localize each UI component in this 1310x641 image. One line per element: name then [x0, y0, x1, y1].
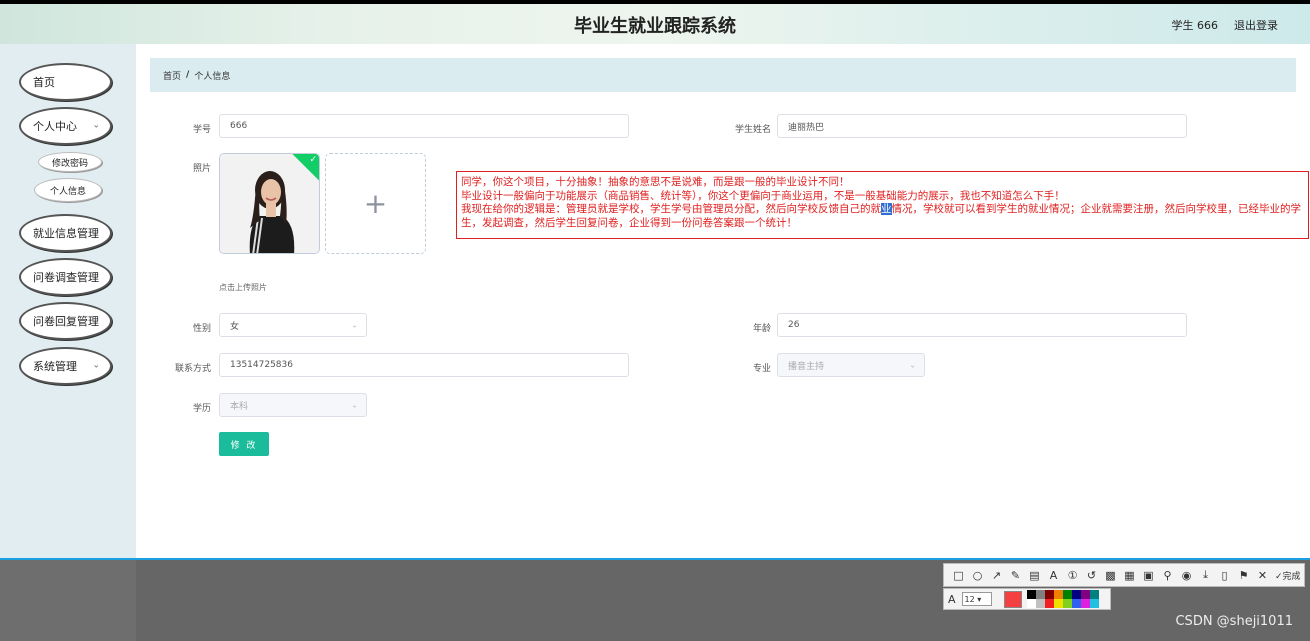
- photo-label: 照片: [192, 164, 211, 174]
- student-no-label: 学号: [192, 125, 211, 135]
- sidebar-subitem-change-password[interactable]: 修改密码: [38, 152, 102, 172]
- major-value: 播音主持: [788, 361, 825, 372]
- breadcrumb-home[interactable]: 首页: [163, 69, 181, 82]
- done-button[interactable]: ✓完成: [1275, 569, 1301, 582]
- pin-icon[interactable]: ⚲: [1159, 569, 1176, 582]
- contact-label: 联系方式: [174, 364, 211, 374]
- chevron-down-icon: ⌄: [351, 400, 358, 410]
- current-user: 学生 666: [1171, 19, 1219, 32]
- color-palette[interactable]: [1026, 590, 1099, 608]
- record-icon[interactable]: ◉: [1178, 569, 1195, 582]
- chevron-down-icon: ⌄: [909, 360, 916, 370]
- sidebar-item-label: 问卷回复管理: [33, 315, 99, 328]
- header: 毕业生就业跟踪系统 学生 666 退出登录: [0, 4, 1310, 44]
- watermark: CSDN @sheji1011: [1175, 614, 1293, 629]
- sidebar-item-survey[interactable]: 问卷调查管理: [19, 258, 112, 296]
- arrow-icon[interactable]: ↗: [988, 569, 1005, 582]
- breadcrumb: 首页 / 个人信息: [150, 58, 1296, 92]
- gender-value: 女: [230, 321, 240, 332]
- sidebar-item-label: 问卷调查管理: [33, 271, 99, 284]
- age-input[interactable]: 26: [777, 313, 1187, 337]
- rectangle-icon[interactable]: □: [950, 569, 967, 582]
- sidebar-item-employment[interactable]: 就业信息管理: [19, 214, 112, 252]
- translate-icon[interactable]: ▦: [1121, 569, 1138, 582]
- font-icon: A: [948, 592, 956, 606]
- overlay-left-band: [0, 560, 136, 641]
- age-value: 26: [788, 320, 800, 330]
- sidebar-item-label: 个人中心: [33, 120, 77, 133]
- sidebar: 首页 个人中心 ⌄ 修改密码 个人信息 就业信息管理 问卷调查管理 问卷回复管理…: [0, 44, 136, 560]
- sidebar-item-label: 就业信息管理: [33, 227, 99, 240]
- note-line-3a: 我现在给你的逻辑是：管理员就是学校，学生学号由管理员分配，然后向学校反馈自己的就: [461, 203, 881, 215]
- plus-icon: +: [363, 187, 388, 220]
- sidebar-item-personal-center[interactable]: 个人中心 ⌄: [19, 107, 112, 145]
- education-label: 学历: [192, 404, 211, 414]
- ocr-icon[interactable]: ▩: [1102, 569, 1119, 582]
- student-name-value: 迪丽热巴: [788, 122, 825, 133]
- scroll-capture-icon[interactable]: ▣: [1140, 569, 1157, 582]
- student-no-value: 666: [230, 121, 248, 131]
- main-content: 首页 / 个人信息 学号 666 学生姓名 迪丽热巴 照片 ✓ + 点击上传照片…: [136, 44, 1310, 560]
- save-icon[interactable]: ▯: [1216, 569, 1233, 582]
- chevron-down-icon: ⌄: [92, 360, 100, 371]
- sidebar-item-home[interactable]: 首页: [19, 63, 112, 101]
- photo-thumbnail[interactable]: ✓: [219, 153, 320, 254]
- app-window: 毕业生就业跟踪系统 学生 666 退出登录 首页 个人中心 ⌄ 修改密码 个人信…: [0, 0, 1310, 560]
- note-line-3: 我现在给你的逻辑是：管理员就是学校，学生学号由管理员分配，然后向学校反馈自己的就…: [461, 203, 1304, 230]
- done-label: 完成: [1282, 571, 1301, 582]
- submit-button[interactable]: 修 改: [219, 432, 269, 456]
- text-icon[interactable]: A: [1045, 569, 1062, 582]
- text-style-toolbar: A 12 ▾: [943, 588, 1111, 610]
- contact-value: 13514725836: [230, 360, 293, 370]
- student-name-input[interactable]: 迪丽热巴: [777, 114, 1187, 138]
- ellipse-icon[interactable]: ○: [969, 569, 986, 582]
- sidebar-item-system[interactable]: 系统管理 ⌄: [19, 347, 112, 385]
- note-line-1: 同学，你这个项目，十分抽象！抽象的意思不是说难，而是跟一般的毕业设计不同！: [461, 176, 850, 188]
- major-label: 专业: [752, 364, 771, 374]
- breadcrumb-current: 个人信息: [194, 71, 231, 82]
- avatar: [220, 154, 319, 253]
- age-label: 年龄: [752, 324, 771, 334]
- upload-hint: 点击上传照片: [219, 283, 267, 292]
- number-icon[interactable]: ①: [1064, 569, 1081, 582]
- capture-toolbar: □ ○ ↗ ✎ ▤ A ① ↺ ▩ ▦ ▣ ⚲ ◉ ⤓ ▯ ⚑ ✕ ✓完成: [943, 563, 1305, 587]
- contact-input[interactable]: 13514725836: [219, 353, 629, 377]
- undo-icon[interactable]: ↺: [1083, 569, 1100, 582]
- chevron-down-icon: ⌄: [351, 320, 358, 330]
- text-selection-highlight: 业: [881, 203, 892, 215]
- gender-select[interactable]: 女 ⌄: [219, 313, 367, 337]
- note-line-2: 毕业设计一般偏向于功能展示（商品销售、统计等），你这个更偏向于商业运用，不是一般…: [461, 189, 1065, 202]
- sidebar-item-survey-reply[interactable]: 问卷回复管理: [19, 302, 112, 340]
- major-select[interactable]: 播音主持 ⌄: [777, 353, 925, 377]
- font-size-value: 12: [964, 594, 975, 604]
- breadcrumb-separator: /: [186, 70, 190, 80]
- mosaic-icon[interactable]: ▤: [1026, 569, 1043, 582]
- close-icon[interactable]: ✕: [1254, 569, 1271, 582]
- logout-link[interactable]: 退出登录: [1234, 17, 1278, 33]
- student-no-input[interactable]: 666: [219, 114, 629, 138]
- bookmark-icon[interactable]: ⚑: [1235, 569, 1252, 582]
- student-name-label: 学生姓名: [734, 125, 771, 135]
- sidebar-item-label: 首页: [33, 76, 55, 89]
- sidebar-subitem-label: 修改密码: [51, 158, 88, 169]
- gender-label: 性别: [192, 324, 211, 334]
- sidebar-item-label: 系统管理: [33, 360, 77, 373]
- annotation-textbox[interactable]: 同学，你这个项目，十分抽象！抽象的意思不是说难，而是跟一般的毕业设计不同！ 毕业…: [456, 171, 1309, 239]
- current-color-swatch[interactable]: [1003, 590, 1022, 608]
- upload-photo-button[interactable]: +: [325, 153, 426, 254]
- sidebar-subitem-personal-info[interactable]: 个人信息: [34, 178, 102, 202]
- app-title: 毕业生就业跟踪系统: [574, 16, 736, 37]
- font-size-select[interactable]: 12 ▾: [961, 592, 992, 606]
- education-select[interactable]: 本科 ⌄: [219, 393, 367, 417]
- pen-icon[interactable]: ✎: [1007, 569, 1024, 582]
- download-icon[interactable]: ⤓: [1197, 568, 1214, 582]
- chevron-down-icon: ⌄: [92, 120, 100, 131]
- sidebar-subitem-label: 个人信息: [49, 186, 86, 197]
- education-value: 本科: [230, 401, 249, 412]
- check-icon: ✓: [309, 155, 317, 165]
